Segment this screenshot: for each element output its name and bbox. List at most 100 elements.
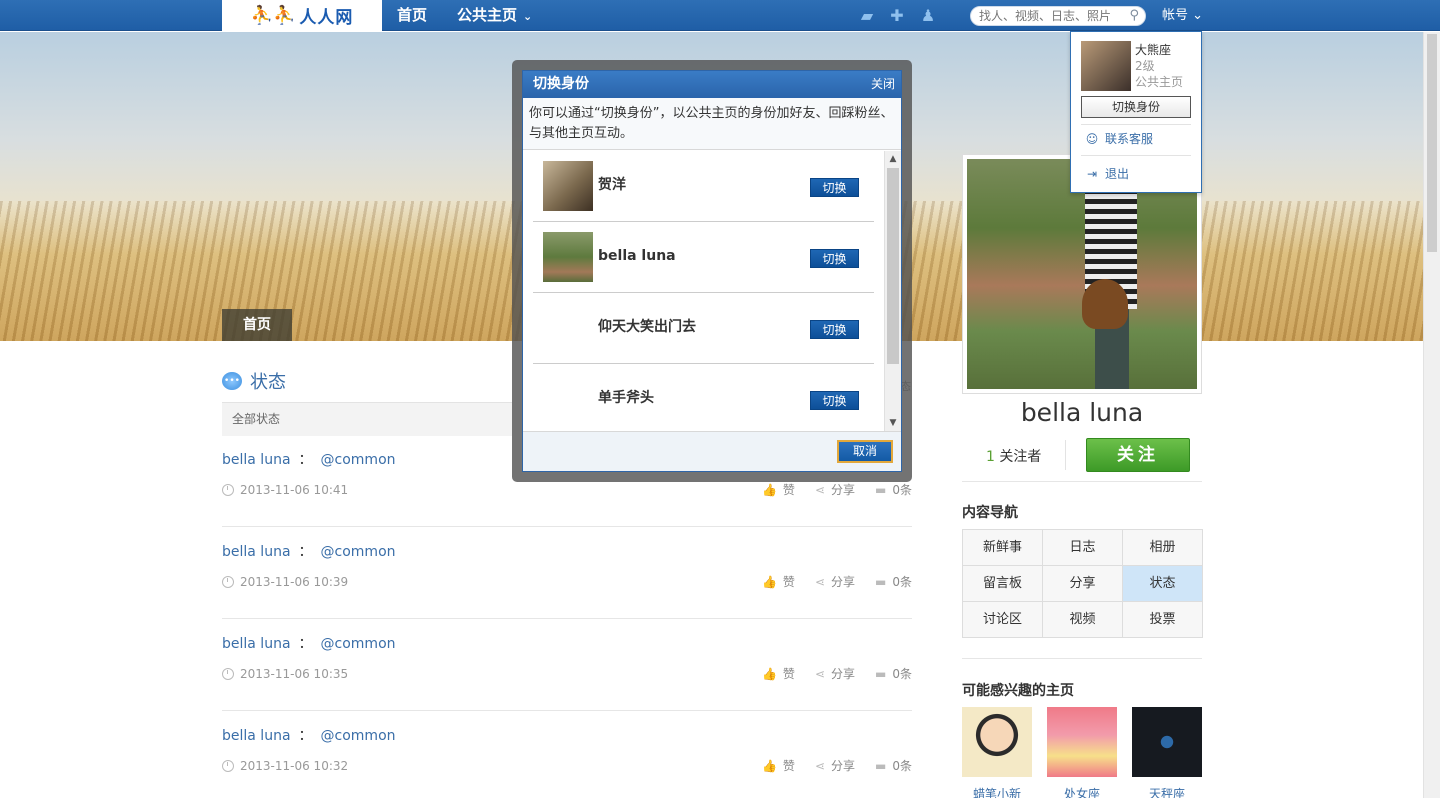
content-nav-feed[interactable]: 新鲜事	[963, 530, 1043, 566]
speech-bubble-icon: •••	[222, 372, 242, 390]
dialog-header: 切换身份 关闭	[523, 71, 901, 98]
content-nav-status[interactable]: 状态	[1123, 566, 1203, 602]
logo-text: 人人网	[299, 8, 354, 28]
switch-button[interactable]: 切换	[810, 320, 859, 339]
search-icon[interactable]: ⚲	[1129, 8, 1139, 23]
status-time-text: 2013-11-06 10:41	[240, 483, 349, 497]
interest-page[interactable]: 蜡笔小新	[962, 707, 1032, 798]
identity-row: 贺洋 切换	[533, 151, 874, 222]
share-icon: ⋖	[814, 575, 825, 589]
notification-bell-icon[interactable]: ♟	[918, 6, 938, 26]
switch-button[interactable]: 切换	[810, 249, 859, 268]
add-friend-icon[interactable]: ✚	[887, 6, 907, 26]
scroll-down-icon[interactable]: ▼	[885, 415, 901, 431]
like-button[interactable]: 👍 赞	[762, 757, 795, 774]
dialog-close-button[interactable]: 关闭	[871, 71, 895, 98]
status-author-link[interactable]: bella luna	[222, 544, 291, 560]
status-time: 2013-11-06 10:32	[222, 759, 348, 773]
status-mention-link[interactable]: @common	[321, 728, 396, 744]
content-nav-share[interactable]: 分享	[1043, 566, 1123, 602]
nav-public-page-link[interactable]: 公共主页 ⌄	[457, 0, 532, 31]
status-author-link[interactable]: bella luna	[222, 452, 291, 468]
status-item: bella luna： @common 2013-11-06 10:39 👍 赞 ⋖…	[222, 527, 912, 619]
content-nav-forum[interactable]: 讨论区	[963, 602, 1043, 638]
comment-button[interactable]: ▬ 0条	[875, 573, 912, 590]
clock-icon	[222, 576, 234, 588]
interest-thumbnail	[1132, 707, 1202, 777]
banner-home-tab[interactable]: 首页	[222, 309, 292, 341]
status-mention-link[interactable]: @common	[321, 544, 396, 560]
comment-button[interactable]: ▬ 0条	[875, 481, 912, 498]
status-time-text: 2013-11-06 10:32	[240, 759, 349, 773]
interest-name: 处女座	[1063, 787, 1100, 798]
account-menu-toggle[interactable]: 帐号 ⌄	[1162, 0, 1203, 31]
status-mention-link[interactable]: @common	[321, 452, 396, 468]
interest-page[interactable]: 天秤座	[1132, 707, 1202, 798]
status-author-link[interactable]: bella luna	[222, 636, 291, 652]
top-navigation-bar: ⛹⛹ 人人网 首页 公共主页 ⌄ ▰ ✚ ♟ ⚲ 帐号 ⌄	[0, 0, 1440, 31]
status-filter-tab[interactable]: 全部状态	[222, 402, 512, 436]
switch-identity-button[interactable]: 切换身份	[1081, 96, 1191, 118]
account-dropdown-menu: 大熊座 2级 公共主页 切换身份 ☺ 联系客服 ⇥ 退出	[1070, 31, 1202, 193]
contact-support-label: 联系客服	[1105, 132, 1154, 146]
content-nav-vote[interactable]: 投票	[1123, 602, 1203, 638]
status-time: 2013-11-06 10:41	[222, 483, 348, 497]
nav-home-link[interactable]: 首页	[397, 0, 427, 31]
interest-thumbnail	[962, 707, 1032, 777]
like-button[interactable]: 👍 赞	[762, 665, 795, 682]
content-nav-video[interactable]: 视频	[1043, 602, 1123, 638]
search-input[interactable]	[979, 7, 1127, 25]
page-scrollbar-thumb[interactable]	[1427, 34, 1437, 252]
follower-count[interactable]: 1 关注者	[986, 446, 1041, 466]
share-label: 分享	[831, 575, 856, 589]
identity-row: bella luna 切换	[533, 222, 874, 293]
follow-button[interactable]: 关注	[1086, 438, 1190, 472]
status-author-link[interactable]: bella luna	[222, 728, 291, 744]
contact-support-link[interactable]: ☺ 联系客服	[1085, 130, 1153, 147]
scroll-up-icon[interactable]: ▲	[885, 151, 901, 167]
share-button[interactable]: ⋖ 分享	[815, 481, 855, 498]
user-avatar[interactable]	[1081, 41, 1131, 91]
share-button[interactable]: ⋖ 分享	[815, 757, 855, 774]
share-button[interactable]: ⋖ 分享	[815, 573, 855, 590]
content-nav-guestbook[interactable]: 留言板	[963, 566, 1043, 602]
chat-icon[interactable]: ▰	[857, 6, 877, 26]
status-line: bella luna ： @common	[222, 449, 396, 469]
status-mention-link[interactable]: @common	[321, 636, 396, 652]
logout-label: 退出	[1105, 167, 1130, 181]
page-scrollbar[interactable]	[1423, 32, 1440, 798]
status-actions: 👍 赞 ⋖ 分享 ▬ 0条	[762, 481, 912, 498]
like-button[interactable]: 👍 赞	[762, 481, 795, 498]
renren-logo-mark-icon: ⛹⛹	[250, 5, 296, 26]
comment-button[interactable]: ▬ 0条	[875, 757, 912, 774]
share-button[interactable]: ⋖ 分享	[815, 665, 855, 682]
user-name[interactable]: 大熊座	[1135, 41, 1171, 58]
customer-service-icon: ☺	[1085, 131, 1099, 146]
comment-icon: ▬	[875, 575, 887, 589]
profile-photo-image	[967, 159, 1197, 389]
cancel-button[interactable]: 取消	[837, 440, 893, 463]
identity-list-scrollbar[interactable]: ▲ ▼	[884, 151, 901, 431]
share-icon: ⋖	[814, 667, 825, 681]
status-time-text: 2013-11-06 10:35	[240, 667, 349, 681]
switch-button[interactable]: 切换	[810, 391, 859, 410]
content-nav-blog[interactable]: 日志	[1043, 530, 1123, 566]
comment-count: 0条	[892, 759, 912, 773]
switch-button[interactable]: 切换	[810, 178, 859, 197]
share-label: 分享	[831, 759, 856, 773]
status-time: 2013-11-06 10:35	[222, 667, 348, 681]
identity-name: bella luna	[598, 248, 676, 264]
identity-list-scrollbar-thumb[interactable]	[887, 168, 899, 364]
logout-link[interactable]: ⇥ 退出	[1085, 165, 1129, 182]
comment-button[interactable]: ▬ 0条	[875, 665, 912, 682]
renren-logo[interactable]: ⛹⛹ 人人网	[222, 0, 382, 31]
identity-row: 单手斧头 切换	[533, 364, 874, 431]
status-item: bella luna： @common 2013-11-06 10:32 👍 赞 ⋖…	[222, 711, 912, 798]
thumbs-up-icon: 👍	[761, 575, 777, 589]
identity-avatar	[543, 161, 593, 211]
share-icon: ⋖	[814, 759, 825, 773]
logout-icon: ⇥	[1086, 166, 1098, 181]
like-button[interactable]: 👍 赞	[762, 573, 795, 590]
content-nav-album[interactable]: 相册	[1123, 530, 1203, 566]
interest-page[interactable]: 处女座	[1047, 707, 1117, 798]
